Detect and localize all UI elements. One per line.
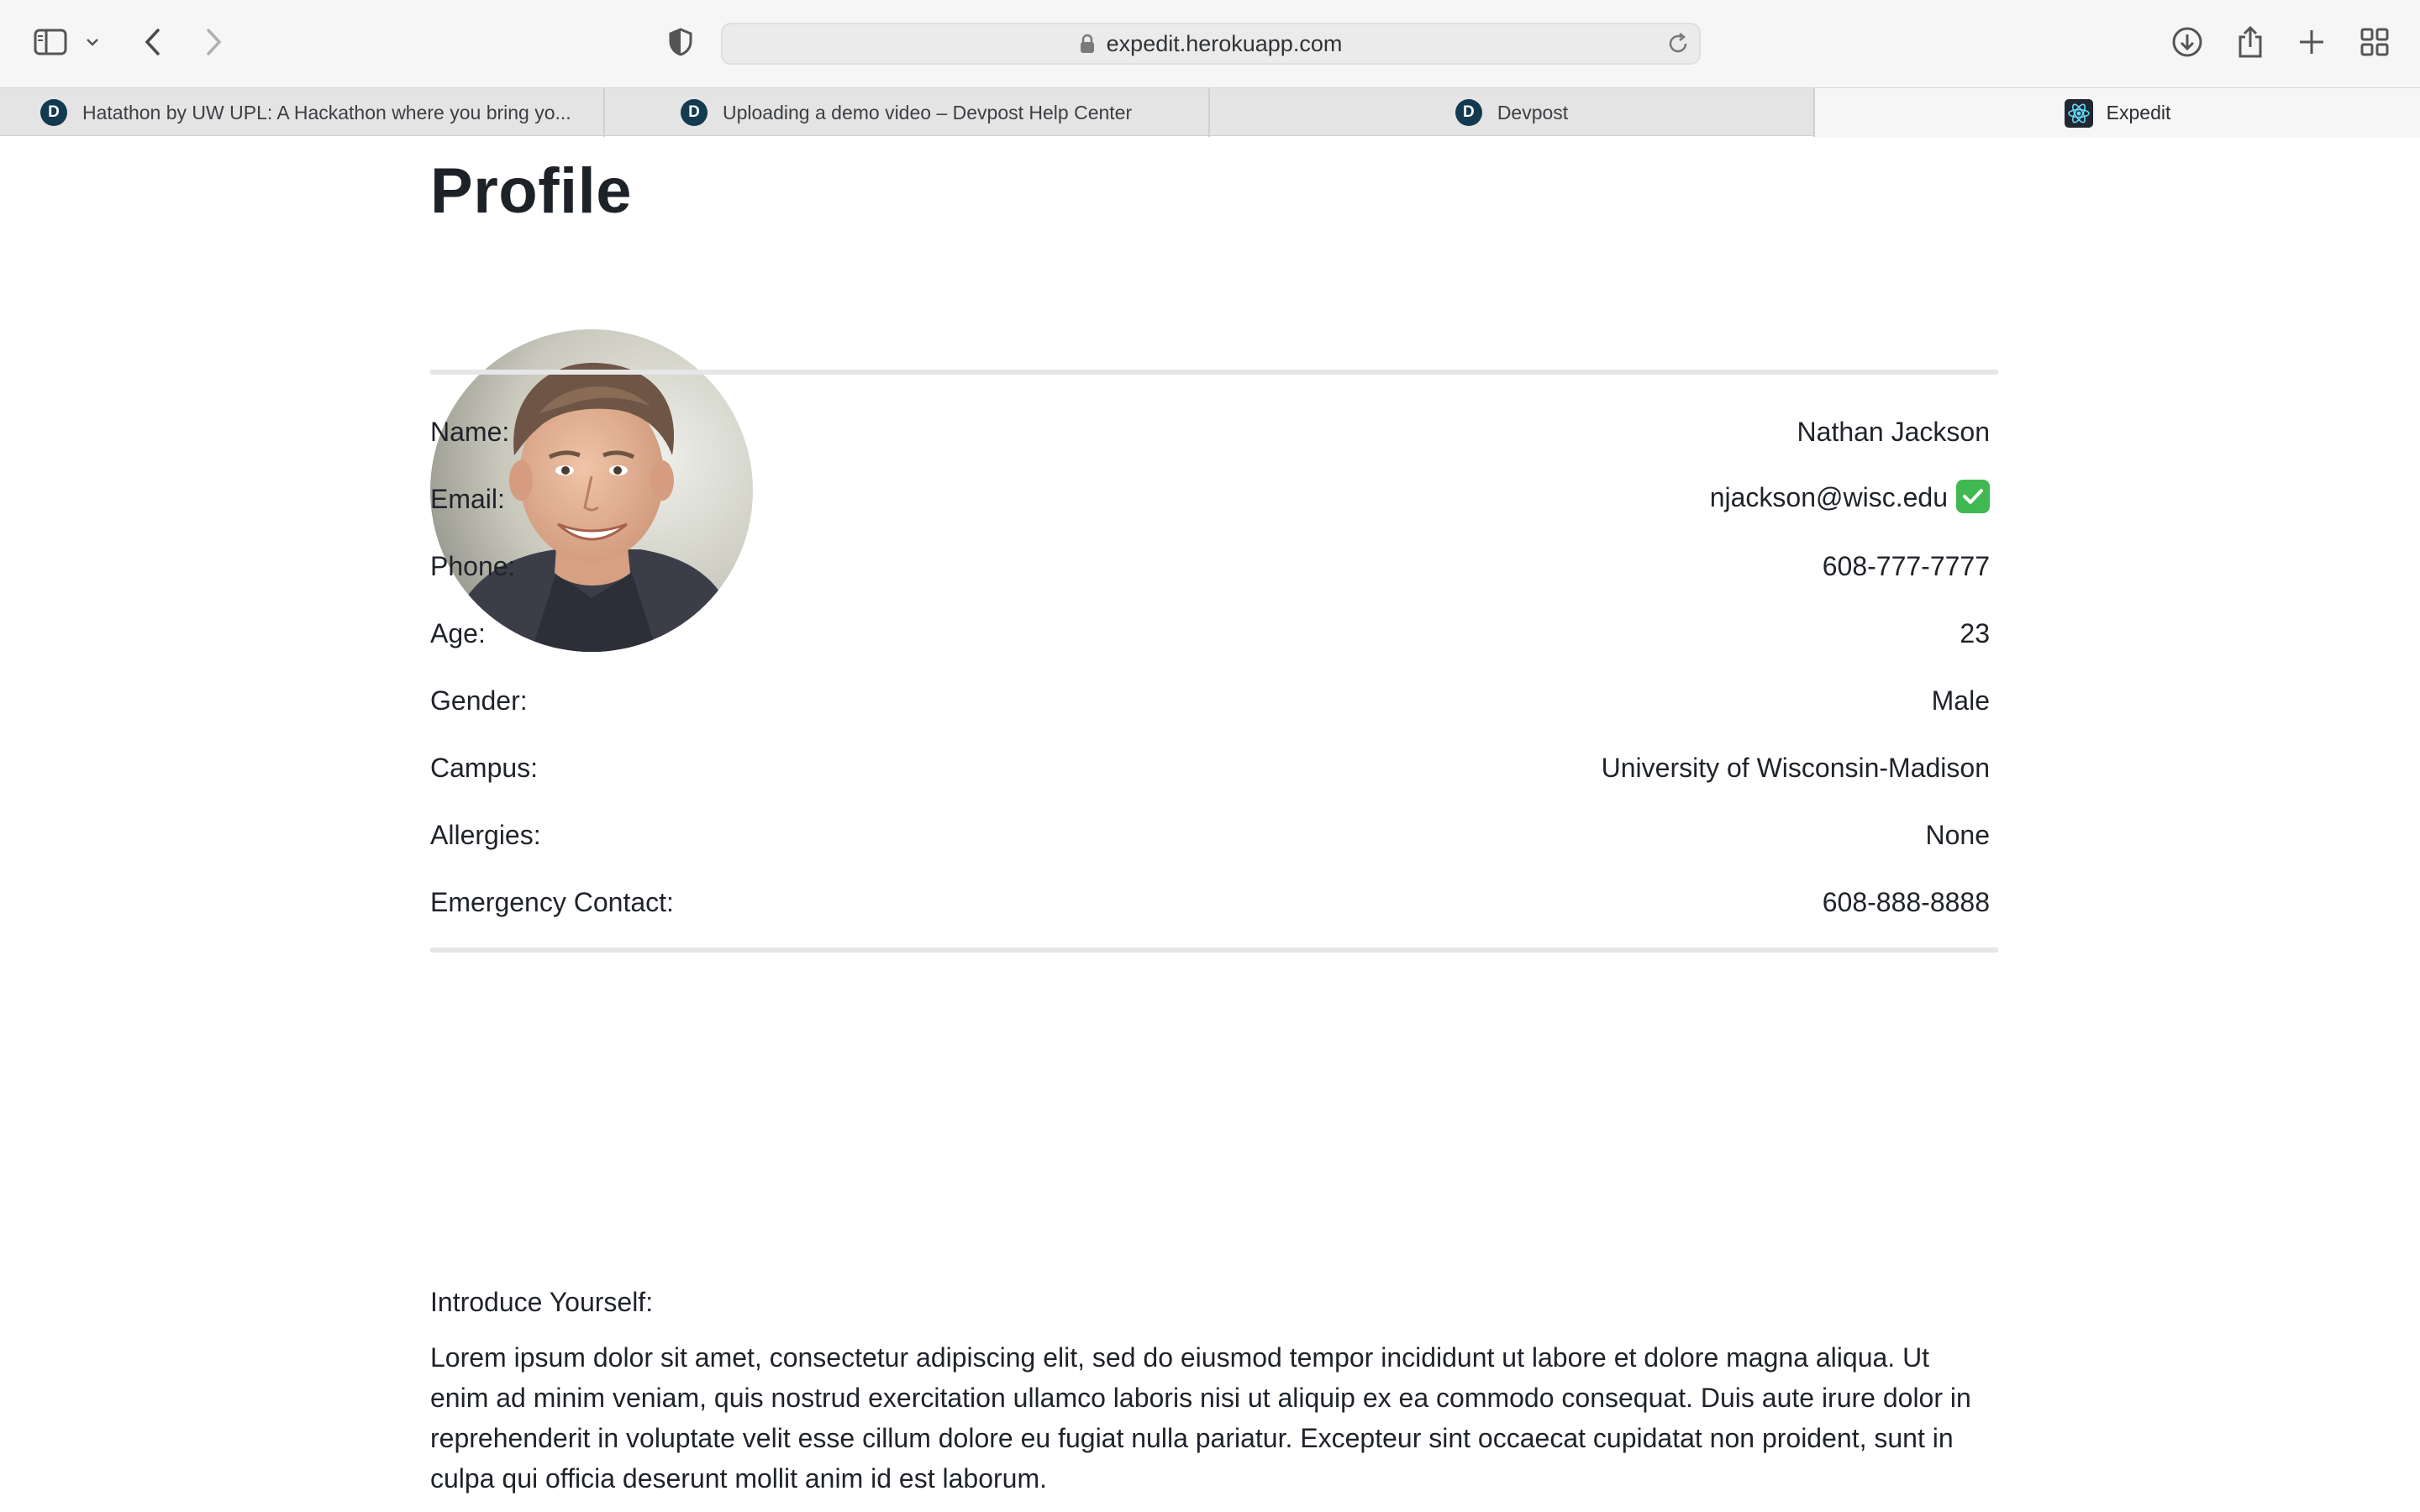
field-value: 23: [1960, 617, 1990, 648]
reload-icon[interactable]: [1665, 31, 1691, 62]
field-value: Nathan Jackson: [1797, 416, 1990, 447]
tab-label: Hatathon by UW UPL: A Hackathon where yo…: [82, 101, 571, 123]
chevron-down-icon[interactable]: [74, 18, 111, 66]
field-label: Campus:: [430, 752, 539, 783]
tab-label: Devpost: [1497, 101, 1569, 123]
devpost-icon: D: [1455, 99, 1482, 126]
back-button[interactable]: [129, 18, 176, 66]
url-text: expedit.herokuapp.com: [1106, 30, 1343, 56]
field-phone: Phone: 608-777-7777: [430, 541, 1990, 591]
verified-check-icon: [1956, 480, 1990, 514]
field-email: Email: njackson@wisc.edu: [430, 474, 1990, 524]
field-label: Emergency Contact:: [430, 886, 674, 917]
field-label: Gender:: [430, 685, 528, 716]
page-title: Profile: [430, 155, 632, 227]
devpost-icon: D: [40, 99, 67, 126]
divider: [430, 948, 1998, 953]
divider: [430, 370, 1998, 375]
tab-devpost-help[interactable]: D Uploading a demo video – Devpost Help …: [605, 88, 1210, 137]
intro-text: Lorem ipsum dolor sit amet, consectetur …: [430, 1342, 1971, 1494]
forward-button[interactable]: [190, 18, 237, 66]
tab-overview-icon[interactable]: [2351, 18, 2398, 66]
downloads-icon[interactable]: [2164, 18, 2211, 66]
field-age: Age: 23: [430, 608, 1990, 659]
field-value: Male: [1931, 685, 1990, 716]
address-bar[interactable]: expedit.herokuapp.com: [721, 23, 1701, 65]
field-label: Age:: [430, 617, 486, 648]
sidebar-toggle-icon[interactable]: [27, 18, 74, 66]
devpost-icon: D: [681, 99, 708, 126]
intro-label: Introduce Yourself:: [430, 1287, 654, 1317]
field-value: njackson@wisc.edu: [1709, 481, 1948, 512]
field-label: Name:: [430, 416, 510, 447]
field-label: Allergies:: [430, 819, 541, 850]
field-value: 608-888-8888: [1822, 886, 1990, 917]
tab-label: Uploading a demo video – Devpost Help Ce…: [723, 101, 1133, 123]
field-emergency-contact: Emergency Contact: 608-888-8888: [430, 877, 1990, 927]
field-value: University of Wisconsin-Madison: [1601, 752, 1990, 783]
browser-toolbar: expedit.herokuapp.com: [0, 0, 2420, 87]
profile-page: Profile Name: Nathan Jackson Email: njac…: [0, 136, 2420, 1512]
tab-expedit[interactable]: Expedit: [1815, 88, 2420, 138]
email-value-group: njackson@wisc.edu: [1709, 480, 1990, 517]
field-name: Name: Nathan Jackson: [430, 407, 1990, 457]
field-gender: Gender: Male: [430, 675, 1990, 726]
field-label: Email:: [430, 483, 505, 514]
field-value: 608-777-7777: [1822, 550, 1990, 581]
field-campus: Campus: University of Wisconsin-Madison: [430, 743, 1990, 793]
new-tab-icon[interactable]: [2288, 18, 2335, 66]
share-icon[interactable]: [2227, 18, 2274, 66]
tab-label: Expedit: [2106, 102, 2171, 123]
tab-bar: D Hatathon by UW UPL: A Hackathon where …: [0, 87, 2420, 138]
field-label: Phone:: [430, 550, 516, 581]
field-allergies: Allergies: None: [430, 810, 1990, 860]
privacy-shield-icon[interactable]: [657, 18, 704, 66]
tab-hatathon[interactable]: D Hatathon by UW UPL: A Hackathon where …: [0, 88, 605, 137]
field-value: None: [1925, 819, 1991, 850]
react-icon: [2064, 98, 2093, 128]
lock-icon: [1080, 34, 1095, 54]
tab-devpost[interactable]: D Devpost: [1210, 88, 1815, 137]
